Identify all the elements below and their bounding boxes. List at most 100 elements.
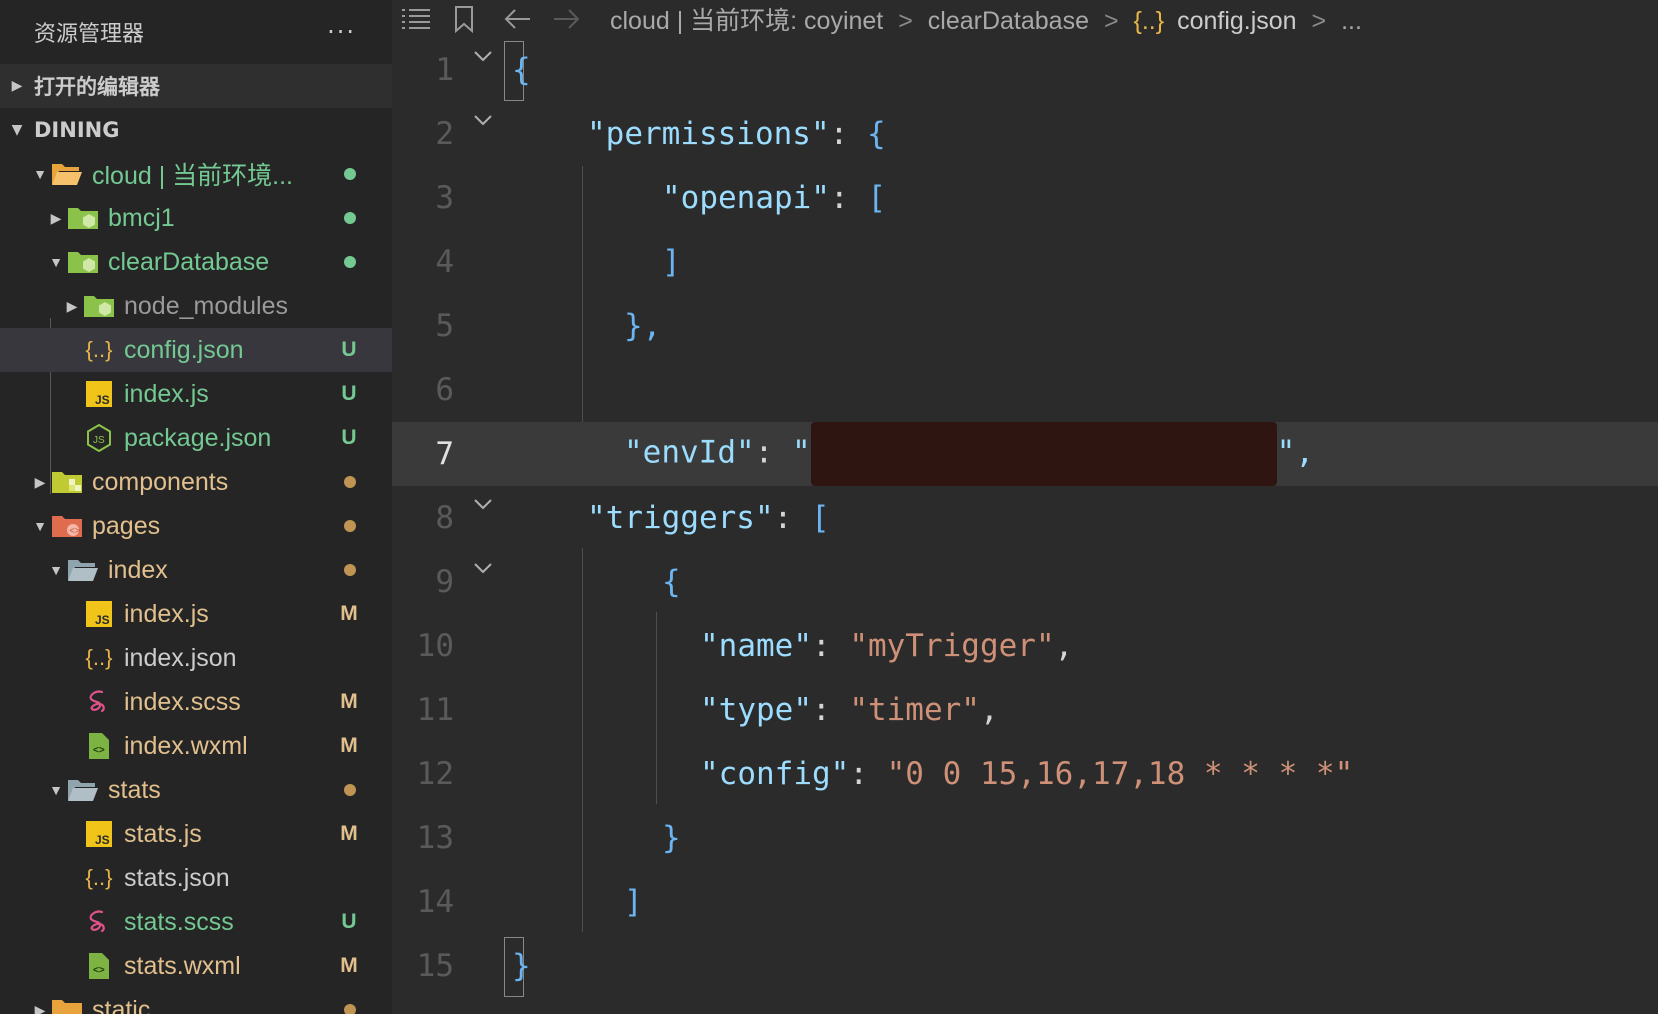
chevron-right-icon: ▶	[34, 473, 46, 490]
tree-file-index-js[interactable]: JS index.js M	[0, 592, 392, 636]
code-token: :	[773, 500, 811, 536]
status-badge: U	[341, 382, 357, 405]
chevron-down-icon: ▼	[33, 518, 47, 534]
code-token: :	[754, 434, 792, 471]
explorer-sidebar: 资源管理器 ··· ▶ 打开的编辑器 ▼ DINING ▼ cloud | 当前…	[0, 0, 392, 1014]
code-token: }	[662, 820, 681, 856]
breadcrumb: cloud | 当前环境: coyinet > clearDatabase > …	[610, 1, 1362, 37]
code-token: {	[662, 564, 681, 600]
tree-file-index-json[interactable]: {..} index.json	[0, 636, 392, 680]
line-number: 5	[435, 308, 454, 344]
folder-open-icon	[66, 775, 100, 805]
redacted-value	[810, 422, 1277, 486]
wxml-file-icon: <>	[82, 951, 116, 981]
breadcrumb-cloud[interactable]: cloud | 当前环境: coyinet	[610, 7, 883, 35]
pages-folder-icon: <>	[50, 511, 84, 541]
chevron-down-icon: ▼	[11, 122, 23, 138]
code-token: "config"	[700, 756, 850, 792]
code-token: }	[512, 948, 531, 984]
fold-chevron-icon[interactable]	[454, 498, 512, 510]
code-token: "envId"	[624, 434, 755, 471]
breadcrumb-config-json[interactable]: config.json	[1177, 7, 1297, 35]
tree-file-index-js[interactable]: JS index.js U	[0, 372, 392, 416]
tree-folder-stats[interactable]: ▼ stats	[0, 768, 392, 812]
line-number: 6	[435, 372, 454, 408]
list-icon[interactable]	[392, 8, 440, 30]
chevron-right-icon: ▶	[50, 209, 62, 226]
sass-file-icon	[82, 687, 116, 717]
json-file-icon: {..}	[85, 865, 113, 890]
tree-file-index-wxml[interactable]: <> index.wxml M	[0, 724, 392, 768]
bookmark-icon[interactable]	[440, 5, 488, 33]
json-file-icon: {..}	[85, 645, 113, 670]
fold-chevron-icon[interactable]	[454, 114, 512, 126]
tree-file-config-json[interactable]: {..} config.json U	[0, 328, 392, 372]
code-token: [	[867, 180, 886, 216]
code-token: "permissions"	[587, 116, 830, 152]
tree-item-label: stats.json	[124, 863, 230, 892]
tree-folder-cloud[interactable]: ▼ cloud | 当前环境...	[0, 152, 392, 196]
chevron-right-icon: ▶	[11, 78, 23, 94]
tree-folder-index[interactable]: ▼ index	[0, 548, 392, 592]
tree-file-index-scss[interactable]: index.scss M	[0, 680, 392, 724]
status-badge: M	[340, 954, 358, 977]
code-token: :	[829, 116, 867, 152]
svg-text:<>: <>	[70, 526, 81, 536]
status-dot	[344, 1004, 356, 1014]
code-token: "	[791, 434, 811, 471]
code-token: "openapi"	[662, 180, 830, 216]
line-number: 13	[416, 820, 454, 856]
line-number: 15	[416, 948, 454, 984]
svg-text:JS: JS	[95, 393, 110, 407]
code-token: "0 0 15,16,17,18 * * * *"	[886, 756, 1354, 792]
code-token: "type"	[700, 692, 812, 728]
code-line: 14 ]	[392, 870, 1658, 934]
fold-chevron-icon[interactable]	[454, 562, 512, 574]
tree-folder-bmcj1[interactable]: ▶ bmcj1	[0, 196, 392, 240]
fold-chevron-icon[interactable]	[454, 50, 512, 62]
code-editor[interactable]: 1 { 2 "permissions": { 3 "openapi": [ 4 …	[392, 38, 1658, 998]
tree-file-stats-scss[interactable]: stats.scss U	[0, 900, 392, 944]
tree-folder-components[interactable]: ▶ components	[0, 460, 392, 504]
tree-file-stats-js[interactable]: JS stats.js M	[0, 812, 392, 856]
back-arrow-icon[interactable]	[494, 8, 542, 30]
chevron-down-icon: ▼	[49, 562, 63, 578]
breadcrumb-separator-icon: >	[898, 7, 913, 35]
tree-item-label: node_modules	[124, 291, 289, 320]
code-token: "triggers"	[587, 500, 774, 536]
breadcrumb-separator-icon: >	[1311, 7, 1327, 35]
code-line: 3 "openapi": [	[392, 166, 1658, 230]
tree-file-package-json[interactable]: JS package.json U	[0, 416, 392, 460]
tree-folder-pages[interactable]: ▼ <> pages	[0, 504, 392, 548]
status-dot	[344, 564, 356, 576]
sass-file-icon	[82, 907, 116, 937]
tree-folder-node-modules[interactable]: ▶ node_modules	[0, 284, 392, 328]
forward-arrow-icon[interactable]	[542, 8, 590, 30]
tree-file-stats-wxml[interactable]: <> stats.wxml M	[0, 944, 392, 988]
node-folder-icon	[66, 203, 100, 233]
code-token: ,	[1054, 628, 1074, 664]
js-file-icon: JS	[82, 599, 116, 629]
nodejs-icon: JS	[82, 423, 116, 453]
status-badge: M	[340, 690, 358, 713]
section-workspace[interactable]: ▼ DINING	[0, 108, 392, 152]
explorer-title: 资源管理器	[34, 22, 145, 47]
breadcrumb-cleardatabase[interactable]: clearDatabase	[928, 7, 1089, 35]
code-line: 15 }	[392, 934, 1658, 998]
tree-folder-cleardatabase[interactable]: ▼ clearDatabase	[0, 240, 392, 284]
code-token: {	[512, 52, 531, 88]
line-number: 10	[416, 628, 454, 664]
code-token: :	[849, 756, 887, 792]
code-token: ]	[662, 244, 681, 280]
status-dot	[344, 168, 356, 180]
node-folder-icon	[82, 291, 116, 321]
breadcrumb-ellipsis[interactable]: ...	[1341, 7, 1362, 35]
code-line: 2 "permissions": {	[392, 102, 1658, 166]
more-actions-button[interactable]: ···	[327, 18, 356, 46]
json-file-icon: {..}	[1133, 7, 1165, 35]
svg-text:<>: <>	[93, 965, 105, 976]
tree-folder-static[interactable]: ▶ static	[0, 988, 392, 1014]
tree-file-stats-json[interactable]: {..} stats.json	[0, 856, 392, 900]
code-token: },	[624, 308, 662, 344]
section-open-editors[interactable]: ▶ 打开的编辑器	[0, 64, 392, 108]
